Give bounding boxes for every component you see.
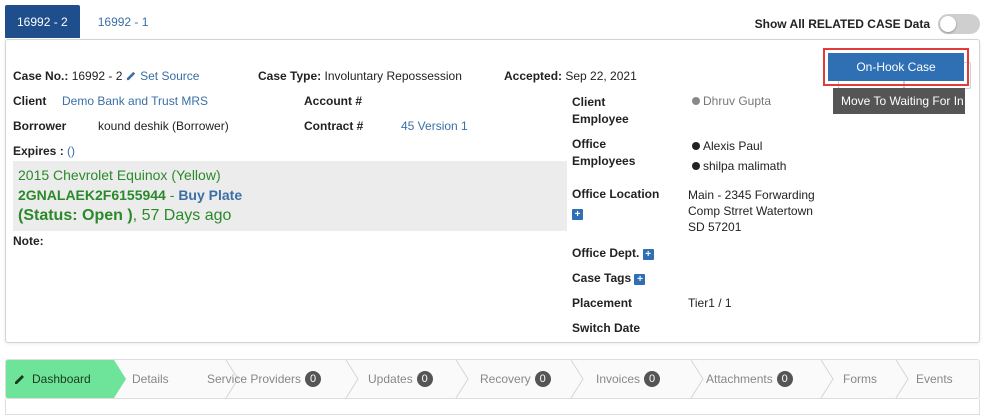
office-dept-add-icon[interactable]: + xyxy=(642,249,654,260)
borrower-label: Borrower xyxy=(13,119,67,133)
related-case-toggle-group: Show All RELATED CASE Data xyxy=(755,14,980,34)
step-label: Details xyxy=(132,372,169,386)
office-employee-item: shilpa malimath xyxy=(692,156,786,176)
step-events[interactable]: Events xyxy=(916,360,953,398)
accepted-value: Sep 22, 2021 xyxy=(565,69,637,83)
status-dot-icon xyxy=(692,142,700,150)
step-count-badge: 0 xyxy=(776,371,793,387)
note-label: Note: xyxy=(13,234,44,248)
contract-link[interactable]: 45 Version 1 xyxy=(401,119,468,133)
borrower-value: kound deshik (Borrower) xyxy=(98,119,229,133)
on-hook-tooltip: Move To Waiting For In xyxy=(833,88,965,114)
office-employee-name: Alexis Paul xyxy=(703,139,763,153)
vehicle-summary: 2015 Chevrolet Equinox (Yellow) 2GNALAEK… xyxy=(13,161,567,231)
client-employee-label: Client Employee xyxy=(572,94,629,128)
toggle-knob xyxy=(940,16,956,32)
set-source-label: Set Source xyxy=(140,69,200,83)
client-employee-label-line2: Employee xyxy=(572,112,629,126)
office-employees-label-line1: Office xyxy=(572,137,607,151)
step-count-badge: 0 xyxy=(416,371,433,387)
on-hook-case-button[interactable]: On-Hook Case xyxy=(828,53,964,81)
case-tags-add-icon[interactable]: + xyxy=(634,274,646,285)
expires-field: Expires : () xyxy=(13,144,75,158)
account-label: Account # xyxy=(304,94,363,108)
step-label: Events xyxy=(916,372,953,386)
accepted-label: Accepted: xyxy=(504,69,563,83)
office-dept-field: Office Dept. + xyxy=(572,246,654,260)
office-employees-label: Office Employees xyxy=(572,136,635,170)
step-invoices[interactable]: Invoices 0 xyxy=(596,360,661,398)
accepted-field: Accepted: Sep 22, 2021 xyxy=(504,69,637,83)
vehicle-age: , 57 Days ago xyxy=(132,207,232,224)
office-employees-label-line2: Employees xyxy=(572,154,636,168)
pencil-icon xyxy=(126,71,135,81)
step-label: Invoices xyxy=(596,372,641,386)
case-no-value: 16992 - 2 xyxy=(71,69,123,83)
office-location-add-icon[interactable]: + xyxy=(572,209,583,220)
office-location-label: Office Location xyxy=(572,187,660,201)
buy-plate-link[interactable]: Buy Plate xyxy=(178,187,242,203)
tab-16992-1[interactable]: 16992 - 1 xyxy=(86,5,161,38)
steps-content-area xyxy=(5,399,980,415)
step-recovery[interactable]: Recovery 0 xyxy=(480,360,551,398)
vehicle-description: 2015 Chevrolet Equinox (Yellow) xyxy=(18,167,221,183)
step-forms[interactable]: Forms xyxy=(843,360,877,398)
vehicle-status-line: (Status: Open ), 57 Days ago xyxy=(18,205,562,227)
client-employee-label-line1: Client xyxy=(572,95,606,109)
step-dashboard[interactable]: Dashboard xyxy=(14,360,91,398)
step-count-badge: 0 xyxy=(644,371,661,387)
case-steps-bar: Dashboard Details Service Providers 0 Upd… xyxy=(5,359,980,399)
step-service-providers[interactable]: Service Providers 0 xyxy=(207,360,322,398)
step-count-badge: 0 xyxy=(534,371,551,387)
case-no-label: Case No.: xyxy=(13,69,69,83)
address-line: SD 57201 xyxy=(688,220,742,234)
vehicle-vin: 2GNALAEK2F6155944 xyxy=(18,187,166,203)
vehicle-status: (Status: Open ) xyxy=(18,207,133,224)
related-case-toggle[interactable] xyxy=(938,14,980,34)
placement-label: Placement xyxy=(572,296,633,310)
step-details[interactable]: Details xyxy=(132,360,169,398)
expires-value[interactable]: () xyxy=(67,144,75,158)
step-label: Updates xyxy=(368,372,413,386)
case-type-field: Case Type: Involuntary Repossession xyxy=(258,69,462,83)
switch-date-label: Switch Date xyxy=(572,321,641,335)
office-employee-name: shilpa malimath xyxy=(703,159,787,173)
step-attachments[interactable]: Attachments 0 xyxy=(706,360,793,398)
office-employees-list: Alexis Paul shilpa malimath xyxy=(692,136,786,176)
step-updates[interactable]: Updates 0 xyxy=(368,360,433,398)
client-label: Client xyxy=(13,94,47,108)
step-label: Dashboard xyxy=(32,372,91,386)
client-link[interactable]: Demo Bank and Trust MRS xyxy=(62,94,208,108)
office-employee-item: Alexis Paul xyxy=(692,136,786,156)
case-tabs: 16992 - 2 16992 - 1 xyxy=(5,5,160,38)
step-label: Attachments xyxy=(706,372,773,386)
case-tags-field: Case Tags + xyxy=(572,271,646,285)
step-label: Forms xyxy=(843,372,877,386)
case-no-field: Case No.: 16992 - 2 Set Source xyxy=(13,69,199,83)
step-label: Recovery xyxy=(480,372,531,386)
client-employee-name: Dhruv Gupta xyxy=(703,94,772,108)
case-tags-label: Case Tags xyxy=(572,271,632,285)
case-type-label: Case Type: xyxy=(258,69,322,83)
address-line: Main - 2345 Forwarding xyxy=(688,188,815,202)
expires-label: Expires : xyxy=(13,144,64,158)
office-location-address: Main - 2345 Forwarding Comp Strret Water… xyxy=(688,187,815,235)
contract-label: Contract # xyxy=(304,119,364,133)
vehicle-vin-line: 2GNALAEK2F6155944 - Buy Plate xyxy=(18,185,562,205)
case-type-value: Involuntary Repossession xyxy=(324,69,462,83)
address-line: Comp Strret Watertown xyxy=(688,204,813,218)
step-count-badge: 0 xyxy=(305,371,322,387)
on-hook-highlight: On-Hook Case xyxy=(823,48,969,86)
placement-value: Tier1 / 1 xyxy=(688,296,732,310)
step-label: Service Providers xyxy=(207,372,302,386)
related-case-toggle-label: Show All RELATED CASE Data xyxy=(754,17,930,31)
status-dot-icon xyxy=(692,162,700,170)
status-dot-icon xyxy=(692,97,700,105)
vin-separator: - xyxy=(165,187,179,203)
pencil-icon xyxy=(15,375,24,384)
client-employee-value: Dhruv Gupta xyxy=(692,94,771,108)
office-dept-label: Office Dept. xyxy=(572,246,640,260)
tab-16992-2[interactable]: 16992 - 2 xyxy=(5,5,80,38)
set-source-link[interactable]: Set Source xyxy=(126,69,200,83)
